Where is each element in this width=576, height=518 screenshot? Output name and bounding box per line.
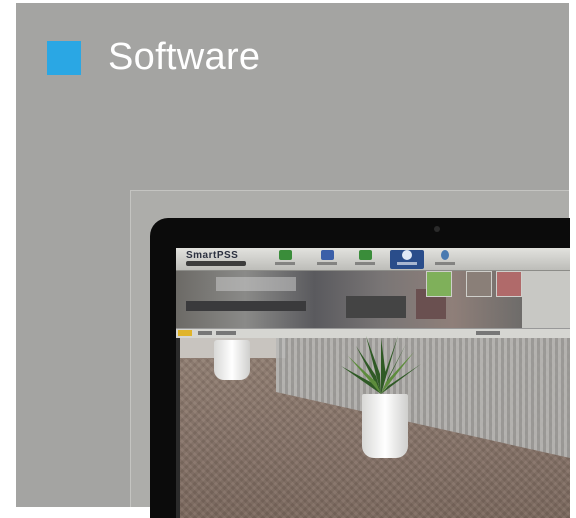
flower-pot (214, 340, 250, 380)
toolbar-button-play[interactable] (434, 250, 456, 269)
toolbar-button-label (275, 262, 295, 265)
slide-title: Software (108, 36, 261, 78)
status-highlight (178, 330, 192, 336)
monitor-icon (320, 250, 334, 260)
camera-thumbnail[interactable] (496, 271, 522, 297)
office-desk (186, 301, 306, 311)
camera-thumbnail[interactable] (466, 271, 492, 297)
monitor-screen: SmartPSS (176, 248, 570, 518)
home-icon (278, 250, 292, 260)
app-logo-tagline-bar (186, 261, 246, 266)
office-chair (346, 296, 406, 318)
toolbar-button-label (317, 262, 337, 265)
status-segment (476, 331, 500, 335)
toolbar-button-monitor[interactable] (316, 250, 338, 269)
monitor: SmartPSS (150, 218, 570, 518)
device-icon (358, 250, 372, 260)
camera-thumbnail[interactable] (426, 271, 452, 297)
toolbar-button-label (435, 262, 455, 265)
toolbar-button-home[interactable] (274, 250, 296, 269)
app-logo: SmartPSS (186, 250, 239, 261)
window-reflection (216, 277, 296, 291)
toolbar-button-device[interactable] (354, 250, 376, 269)
app-toolbar: SmartPSS (176, 248, 570, 271)
title-accent-square (47, 41, 81, 75)
plant-leaves-icon (341, 336, 421, 394)
toolbar-button-label (397, 262, 417, 265)
side-control-strip (522, 271, 570, 328)
flower-pot (362, 394, 408, 458)
toolbar-button-label (355, 262, 375, 265)
play-icon (441, 250, 449, 260)
camera-icon (402, 250, 412, 260)
toolbar-button-camera[interactable] (390, 250, 424, 269)
webcam-dot (434, 226, 440, 232)
status-segment (216, 331, 236, 335)
status-segment (198, 331, 212, 335)
room-pillar (176, 338, 180, 518)
